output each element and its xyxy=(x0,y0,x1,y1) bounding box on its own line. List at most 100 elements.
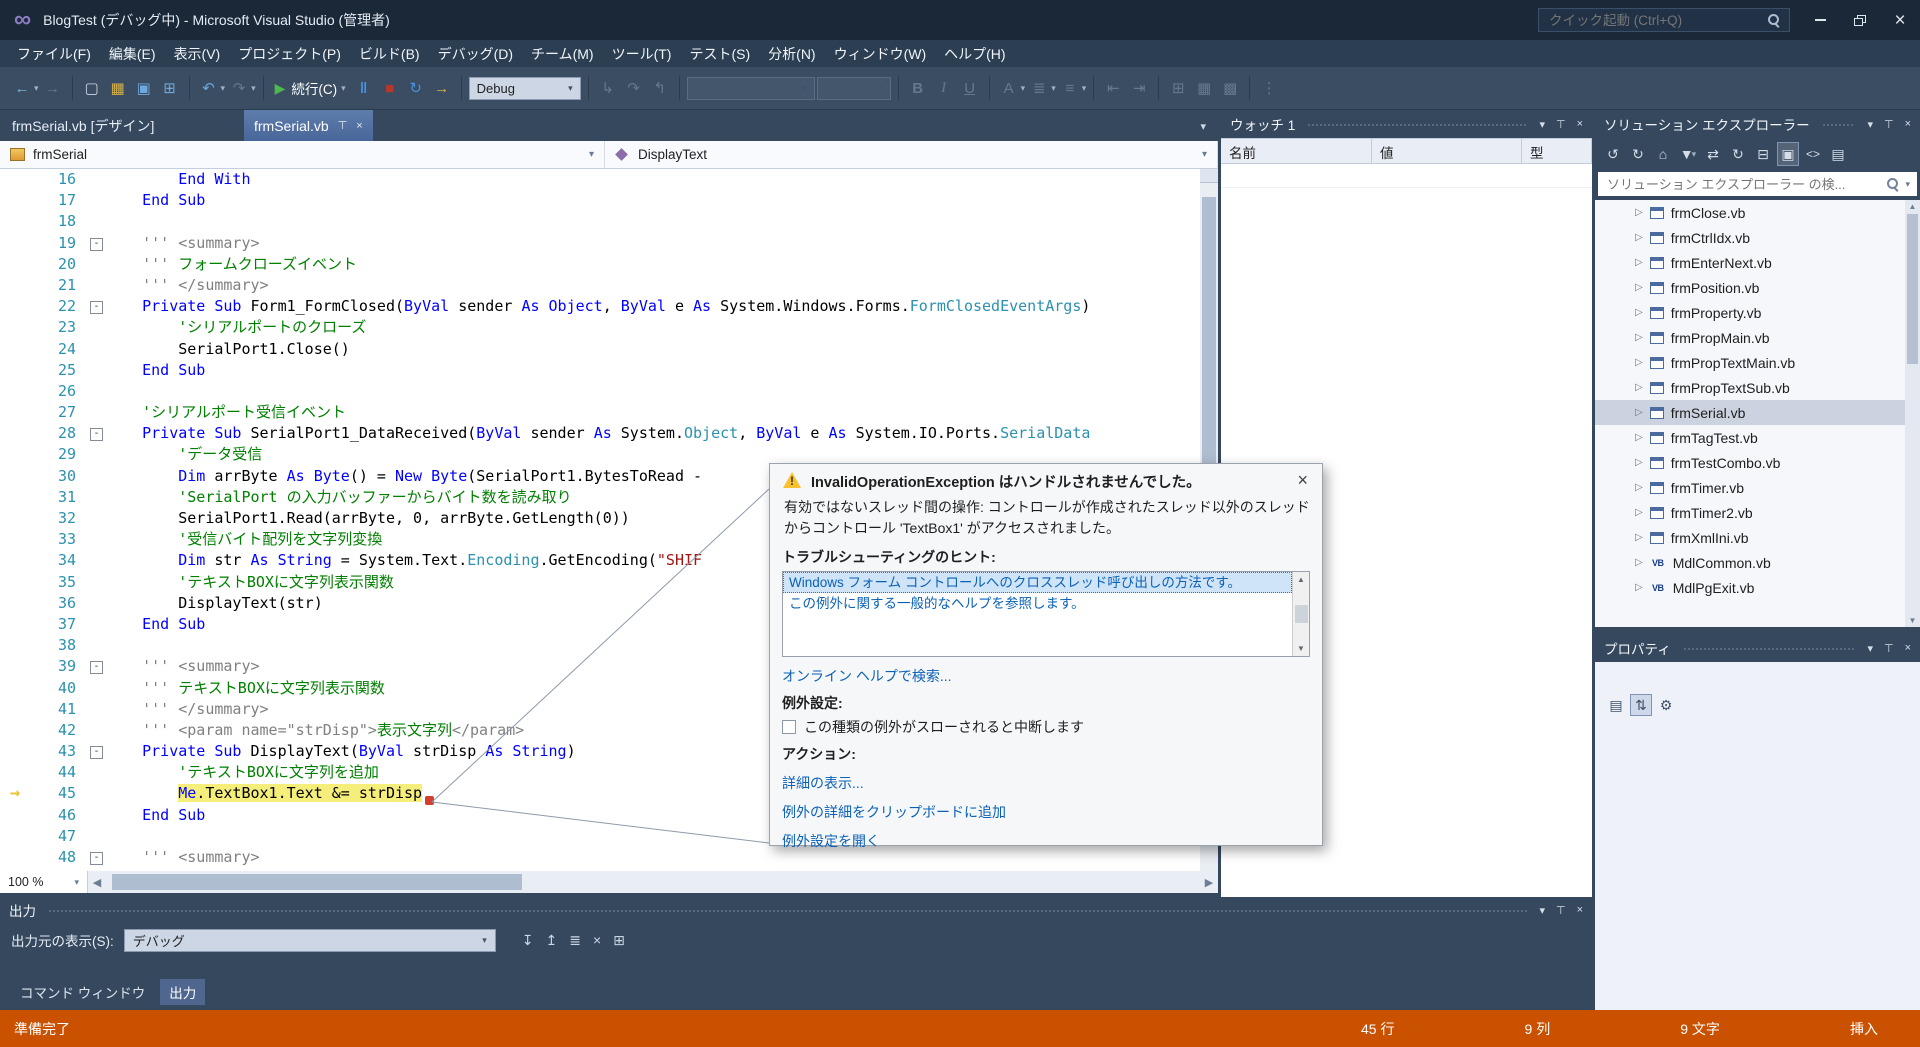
editor-horizontal-scrollbar[interactable]: 100 % ▾ ◀ ▶ xyxy=(0,871,1218,893)
step-out-icon[interactable]: ↰ xyxy=(648,75,672,101)
menu-item[interactable]: 表示(V) xyxy=(165,40,230,67)
save-all-icon[interactable]: ⊞ xyxy=(158,75,182,101)
tree-item[interactable]: ▷ frmSerial.vb xyxy=(1595,400,1905,425)
scroll-down-icon[interactable]: ▼ xyxy=(1297,644,1305,653)
expander-icon[interactable]: ▷ xyxy=(1635,407,1643,418)
toolbar-combo-2[interactable]: ▾ xyxy=(816,76,891,100)
action-link[interactable]: 例外設定を開く xyxy=(782,831,1310,851)
scroll-up-icon[interactable]: ▲ xyxy=(1905,202,1920,211)
break-on-exception-checkbox[interactable] xyxy=(782,720,796,734)
tree-scrollbar[interactable]: ▲ ▼ xyxy=(1905,200,1920,627)
drag-handle[interactable] xyxy=(1682,645,1856,651)
close-icon[interactable]: × xyxy=(1295,471,1310,489)
pin-icon[interactable]: ⊤ xyxy=(1884,642,1894,655)
hints-listbox[interactable]: Windows フォーム コントロールへのクロススレッド呼び出しの方法です。 この… xyxy=(782,571,1310,657)
menu-item[interactable]: ウィンドウ(W) xyxy=(825,40,936,67)
increase-indent-icon[interactable]: ⇥ xyxy=(1127,75,1151,101)
fold-collapse-icon[interactable]: - xyxy=(90,301,103,315)
tree-item[interactable]: ▷ VB MdlCommon.vb xyxy=(1595,550,1905,575)
expander-icon[interactable]: ▷ xyxy=(1635,357,1643,368)
output-source-combo[interactable]: デバッグ ▾ xyxy=(123,928,496,952)
solution-search-box[interactable]: ▾ xyxy=(1598,172,1917,196)
columns-icon[interactable]: ▩ xyxy=(1218,75,1242,101)
open-file-icon[interactable]: ▦ xyxy=(106,75,130,101)
menu-item[interactable]: チーム(M) xyxy=(522,40,603,67)
toolbar-options-icon[interactable]: ⋮ xyxy=(1257,75,1281,101)
tab-code-active[interactable]: frmSerial.vb ⊤ × xyxy=(244,110,373,141)
menu-item[interactable]: ビルド(B) xyxy=(350,40,429,67)
scroll-left-icon[interactable]: ◀ xyxy=(88,876,106,889)
decrease-indent-icon[interactable]: ⇤ xyxy=(1101,75,1125,101)
action-link[interactable]: 例外の詳細をクリップボードに追加 xyxy=(782,802,1310,822)
close-icon[interactable]: × xyxy=(1905,642,1911,654)
save-icon[interactable]: ▣ xyxy=(132,75,156,101)
tree-item[interactable]: ▷ frmPropTextMain.vb xyxy=(1595,350,1905,375)
navigate-forward-icon[interactable]: → xyxy=(41,75,65,101)
tree-item[interactable]: ▷ frmXmlIni.vb xyxy=(1595,525,1905,550)
menu-item[interactable]: 編集(E) xyxy=(100,40,165,67)
expander-icon[interactable]: ▷ xyxy=(1635,482,1643,493)
fold-collapse-icon[interactable]: - xyxy=(90,661,103,675)
fold-collapse-icon[interactable]: - xyxy=(90,428,103,442)
splitter-grip[interactable] xyxy=(1200,169,1218,183)
restore-button[interactable] xyxy=(1840,0,1880,40)
pin-icon[interactable]: ⊤ xyxy=(1884,118,1894,131)
tree-item[interactable]: ▷ frmCtrlIdx.vb xyxy=(1595,225,1905,250)
undo-icon[interactable]: ↶ xyxy=(197,75,221,101)
debug-config-combo[interactable]: Debug ▾ xyxy=(468,76,581,100)
listbox-scrollbar[interactable]: ▲ ▼ xyxy=(1292,572,1309,656)
tree-item[interactable]: ▷ frmTestCombo.vb xyxy=(1595,450,1905,475)
close-tab-icon[interactable]: × xyxy=(356,120,362,132)
tree-item[interactable]: ▷ frmProperty.vb xyxy=(1595,300,1905,325)
window-menu-icon[interactable]: ▾ xyxy=(1867,118,1873,131)
scrollbar-thumb[interactable] xyxy=(1907,214,1918,364)
quick-launch-input[interactable] xyxy=(1547,11,1767,29)
filter-icon[interactable]: ▼ ▾ xyxy=(1677,142,1699,166)
stop-debug-icon[interactable]: ■ xyxy=(378,75,402,101)
hint-link[interactable]: この例外に関する一般的なヘルプを参照します。 xyxy=(783,593,1292,614)
step-over-icon[interactable]: ↷ xyxy=(622,75,646,101)
menu-item[interactable]: ヘルプ(H) xyxy=(935,40,1014,67)
sync-icon[interactable]: ⇄ xyxy=(1702,142,1724,166)
word-wrap-icon[interactable]: ⊞ xyxy=(613,932,625,949)
expander-icon[interactable]: ▷ xyxy=(1635,557,1643,568)
tree-item[interactable]: ▷ frmPosition.vb xyxy=(1595,275,1905,300)
forward-icon[interactable]: ↻ xyxy=(1627,142,1649,166)
tab-list-dropdown-icon[interactable]: ▾ xyxy=(1200,120,1206,133)
show-next-statement-icon[interactable]: → xyxy=(430,75,454,101)
menu-item[interactable]: テスト(S) xyxy=(680,40,759,67)
show-all-files-icon[interactable]: ▣ xyxy=(1777,142,1799,166)
tree-item[interactable]: ▷ frmTagTest.vb xyxy=(1595,425,1905,450)
close-icon[interactable]: × xyxy=(1577,118,1583,130)
fold-collapse-icon[interactable]: - xyxy=(90,237,103,251)
tree-item[interactable]: ▷ VB MdlPgExit.vb xyxy=(1595,575,1905,600)
expander-icon[interactable]: ▷ xyxy=(1635,207,1643,218)
expander-icon[interactable]: ▷ xyxy=(1635,307,1643,318)
menu-item[interactable]: ファイル(F) xyxy=(8,40,100,67)
expander-icon[interactable]: ▷ xyxy=(1635,332,1643,343)
drag-handle[interactable] xyxy=(48,907,1528,913)
table-icon[interactable]: ⊞ xyxy=(1166,75,1190,101)
close-button[interactable]: × xyxy=(1880,0,1920,40)
menu-item[interactable]: デバッグ(D) xyxy=(429,40,522,67)
watch-column-header[interactable]: 値 xyxy=(1372,139,1522,163)
home-icon[interactable]: ⌂ xyxy=(1652,142,1674,166)
categorized-icon[interactable]: ▤ xyxy=(1605,694,1627,716)
action-link[interactable]: 詳細の表示... xyxy=(782,773,1310,793)
solution-search-input[interactable] xyxy=(1605,175,1887,193)
step-into-icon[interactable]: ↳ xyxy=(596,75,620,101)
window-menu-icon[interactable]: ▾ xyxy=(1539,904,1545,917)
fold-collapse-icon[interactable]: - xyxy=(90,852,103,865)
messages-icon[interactable]: ≣ xyxy=(569,932,581,949)
scroll-right-icon[interactable]: ▶ xyxy=(1200,876,1218,889)
menu-item[interactable]: ツール(T) xyxy=(603,40,681,67)
expander-icon[interactable]: ▷ xyxy=(1635,582,1643,593)
italic-icon[interactable]: I xyxy=(932,75,956,101)
refresh-icon[interactable]: ↻ xyxy=(1727,142,1749,166)
toolbar-combo-1[interactable]: ▾ xyxy=(686,76,815,100)
redo-icon[interactable]: ↷ xyxy=(227,75,251,101)
goto-message-icon[interactable]: ↧ xyxy=(522,932,534,949)
tree-item[interactable]: ▷ frmEnterNext.vb xyxy=(1595,250,1905,275)
tree-item[interactable]: ▷ frmPropTextSub.vb xyxy=(1595,375,1905,400)
drag-handle[interactable] xyxy=(1307,121,1528,127)
